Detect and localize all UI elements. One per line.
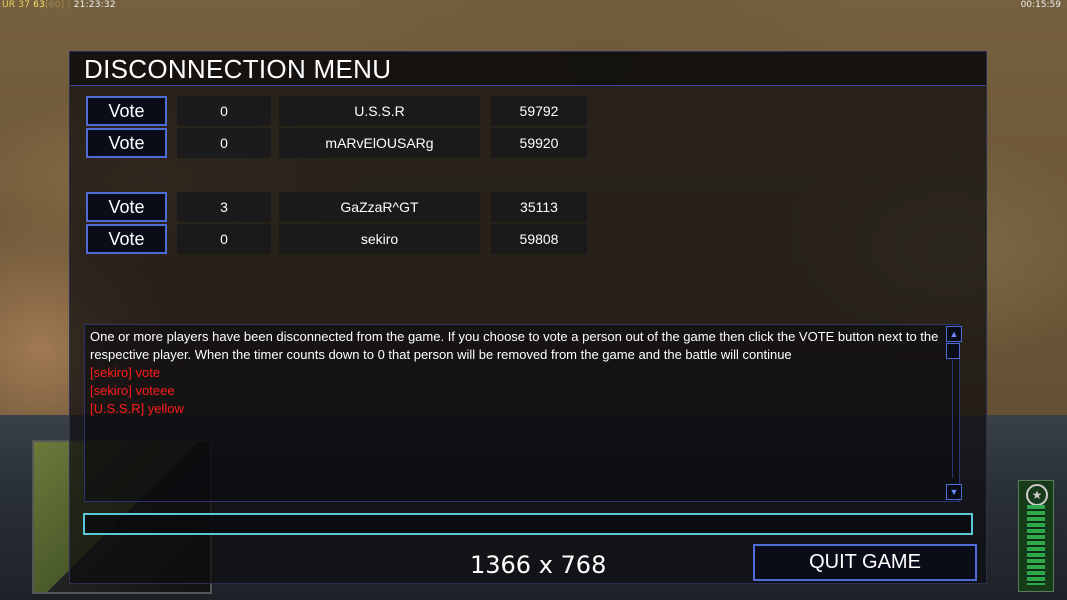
system-message: One or more players have been disconnect…: [90, 329, 939, 362]
chat-message: [sekiro] vote: [90, 365, 161, 380]
player-timer: 59920: [491, 128, 587, 158]
chat-input[interactable]: [83, 513, 973, 535]
power-bars: [1027, 505, 1045, 585]
vote-button[interactable]: Vote: [86, 128, 167, 158]
game-timer: 00:15:59: [1020, 0, 1061, 10]
vote-button[interactable]: Vote: [86, 96, 167, 126]
chat-scrollbar[interactable]: ▲ ▼: [944, 324, 962, 500]
power-meter: ★: [1018, 480, 1054, 592]
dialog-title: DISCONNECTION MENU: [84, 54, 392, 84]
rank-star-icon: ★: [1026, 484, 1048, 506]
player-timer: 35113: [491, 192, 587, 222]
player-name: mARvElOUSARg: [279, 128, 480, 158]
chat-message: [U.S.S.R] yellow: [90, 401, 184, 416]
chat-log-panel[interactable]: One or more players have been disconnect…: [84, 324, 960, 502]
fps-value: 63: [33, 0, 46, 10]
vote-button[interactable]: Vote: [86, 192, 167, 222]
scroll-track[interactable]: [952, 358, 953, 478]
stats-readout: UR 37 63[60] | 21:23:32: [2, 0, 116, 10]
vote-count: 0: [177, 128, 271, 158]
dialog-title-bar: DISCONNECTION MENU: [70, 52, 986, 86]
fps-max: [60]: [45, 0, 65, 10]
vote-count: 3: [177, 192, 271, 222]
vote-button[interactable]: Vote: [86, 224, 167, 254]
vote-count: 0: [177, 96, 271, 126]
player-name: sekiro: [279, 224, 480, 254]
real-time-clock: 21:23:32: [73, 0, 116, 10]
player-name: GaZzaR^GT: [279, 192, 480, 222]
stats-prefix: UR 37: [2, 0, 31, 10]
player-name: U.S.S.R: [279, 96, 480, 126]
scroll-down-icon[interactable]: ▼: [946, 484, 962, 500]
chat-log: One or more players have been disconnect…: [90, 328, 950, 418]
disconnection-dialog: DISCONNECTION MENU Vote 0 U.S.S.R 59792 …: [69, 51, 987, 584]
player-timer: 59808: [491, 224, 587, 254]
scroll-up-icon[interactable]: ▲: [946, 326, 962, 342]
player-timer: 59792: [491, 96, 587, 126]
scroll-thumb[interactable]: [946, 343, 960, 359]
resolution-overlay: 1366 x 768: [470, 551, 607, 579]
chat-message: [sekiro] voteee: [90, 383, 175, 398]
quit-game-button[interactable]: QUIT GAME: [753, 544, 977, 581]
vote-count: 0: [177, 224, 271, 254]
